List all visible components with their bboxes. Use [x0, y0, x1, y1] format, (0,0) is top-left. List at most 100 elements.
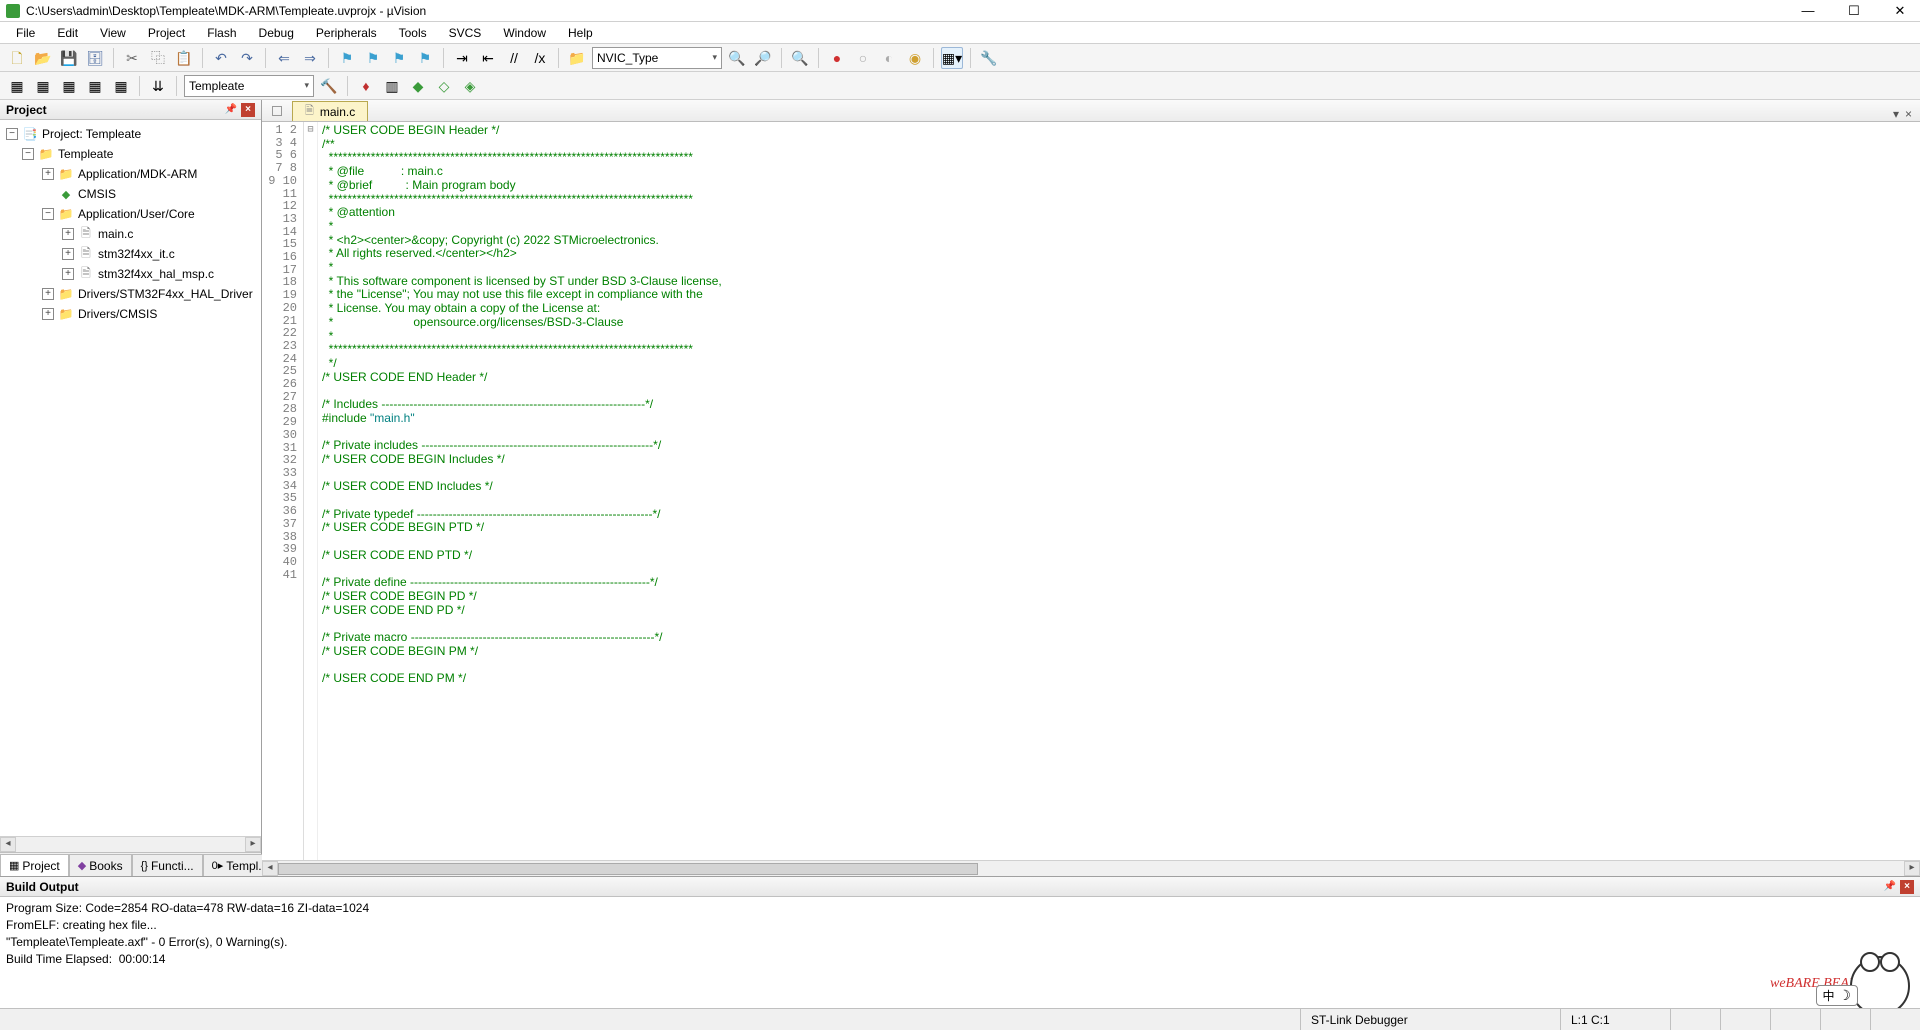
redo-button[interactable]: ↷	[236, 47, 258, 69]
tree-item-group[interactable]: +📁Drivers/STM32F4xx_HAL_Driver	[0, 284, 261, 304]
select-pack-button[interactable]: ◇	[433, 75, 455, 97]
window-layout-button[interactable]: ▦▾	[941, 47, 963, 69]
tree-item-group[interactable]: +📁Application/MDK-ARM	[0, 164, 261, 184]
toolbar-build: ▦ ▦ ▦ ▦ ▦ ⇊ Templeate▾ 🔨 ♦ ▥ ◆ ◇ ◈	[0, 72, 1920, 100]
maximize-button[interactable]: ☐	[1840, 3, 1868, 19]
tree-item-group[interactable]: −📁Application/User/Core	[0, 204, 261, 224]
tree-item-file[interactable]: +🗎stm32f4xx_hal_msp.c	[0, 264, 261, 284]
build-panel-title: Build Output	[6, 880, 79, 894]
manage-project-button[interactable]: ♦	[355, 75, 377, 97]
tree-scrollbar[interactable]: ◂▸	[0, 836, 261, 852]
find-in-files-button[interactable]: 🔍	[726, 47, 748, 69]
tree-item-group[interactable]: +📁Drivers/CMSIS	[0, 304, 261, 324]
nav-back-button[interactable]: ⇐	[273, 47, 295, 69]
breakpoint-enable-button[interactable]: ○	[852, 47, 874, 69]
minimize-button[interactable]: —	[1794, 3, 1822, 19]
manage-rte-button[interactable]: ◆	[407, 75, 429, 97]
menu-debug[interactable]: Debug	[249, 24, 304, 42]
translate-button[interactable]: ▦	[6, 75, 28, 97]
line-number-gutter: 1 2 3 4 5 6 7 8 9 10 11 12 13 14 15 16 1…	[262, 122, 304, 860]
file-icon: 🗎	[305, 102, 314, 121]
rebuild-button[interactable]: ▦	[58, 75, 80, 97]
breakpoint-disable-button[interactable]: ◐	[878, 47, 900, 69]
window-titlebar: C:\Users\admin\Desktop\Templeate\MDK-ARM…	[0, 0, 1920, 22]
menu-file[interactable]: File	[6, 24, 45, 42]
tree-item-file[interactable]: +🗎stm32f4xx_it.c	[0, 244, 261, 264]
undo-button[interactable]: ↶	[210, 47, 232, 69]
target-options-button[interactable]: 🔨	[318, 75, 340, 97]
editor-scrollbar[interactable]: ◂▸	[262, 860, 1920, 876]
manage-multi-button[interactable]: ▥	[381, 75, 403, 97]
project-panel: Project 📌 × −📑Project: Templeate −📁Templ…	[0, 100, 262, 876]
menu-window[interactable]: Window	[493, 24, 556, 42]
build-output-text[interactable]: Program Size: Code=2854 RO-data=478 RW-d…	[0, 897, 1920, 1008]
project-tree[interactable]: −📑Project: Templeate −📁Templeate +📁Appli…	[0, 120, 261, 836]
project-panel-title: Project	[6, 103, 47, 117]
breakpoint-insert-button[interactable]: ●	[826, 47, 848, 69]
bookmark-clear-button[interactable]: ⚑	[414, 47, 436, 69]
fold-margin[interactable]: ⊟	[304, 122, 318, 860]
stop-build-button[interactable]: ▦	[110, 75, 132, 97]
save-all-button[interactable]: 🗄	[84, 47, 106, 69]
close-button[interactable]: ✕	[1886, 3, 1914, 19]
menu-edit[interactable]: Edit	[47, 24, 88, 42]
target-combo-text: Templeate	[189, 79, 244, 93]
indent-button[interactable]: ⇥	[451, 47, 473, 69]
comment-button[interactable]: //	[503, 47, 525, 69]
editor-tab-main[interactable]: 🗎main.c	[292, 101, 368, 121]
build-output-panel: Build Output 📌 × Program Size: Code=2854…	[0, 876, 1920, 1008]
pin-icon[interactable]: 📌	[1884, 881, 1896, 892]
tree-item-target[interactable]: −📁Templeate	[0, 144, 261, 164]
project-panel-tabs: ▦Project ◆Books {}Functi... 0▸Templ...	[0, 852, 261, 876]
paste-button[interactable]: 📋	[173, 47, 195, 69]
configure-button[interactable]: 🔧	[978, 47, 1000, 69]
open-button[interactable]: 📂	[32, 47, 54, 69]
tab-close-icon[interactable]: ×	[1905, 107, 1912, 121]
tab-books[interactable]: ◆Books	[69, 854, 132, 876]
menu-peripherals[interactable]: Peripherals	[306, 24, 387, 42]
target-combo[interactable]: Templeate▾	[184, 75, 314, 97]
status-num	[1720, 1009, 1770, 1030]
breakpoint-kill-button[interactable]: ◉	[904, 47, 926, 69]
pack-installer-button[interactable]: ◈	[459, 75, 481, 97]
menu-project[interactable]: Project	[138, 24, 195, 42]
uncomment-button[interactable]: /x	[529, 47, 551, 69]
tab-functions[interactable]: {}Functi...	[132, 854, 203, 876]
download-button[interactable]: ⇊	[147, 75, 169, 97]
editor-area: 🗎main.c ▾ × 1 2 3 4 5 6 7 8 9 10 11 12 13…	[262, 100, 1920, 876]
batch-build-button[interactable]: ▦	[84, 75, 106, 97]
status-caps	[1670, 1009, 1720, 1030]
tab-project[interactable]: ▦Project	[0, 854, 69, 876]
build-button[interactable]: ▦	[32, 75, 54, 97]
menu-svcs[interactable]: SVCS	[439, 24, 492, 42]
tree-item-cmsis[interactable]: ◆CMSIS	[0, 184, 261, 204]
cut-button[interactable]: ✂	[121, 47, 143, 69]
bookmark-next-button[interactable]: ⚑	[388, 47, 410, 69]
status-ovr	[1820, 1009, 1870, 1030]
bookmark-toggle-button[interactable]: ⚑	[336, 47, 358, 69]
code-editor[interactable]: /* USER CODE BEGIN Header */ /** *******…	[318, 122, 1920, 860]
debug-button[interactable]: 🔍	[789, 47, 811, 69]
tree-root[interactable]: −📑Project: Templeate	[0, 124, 261, 144]
bookmark-prev-button[interactable]: ⚑	[362, 47, 384, 69]
panel-close-button[interactable]: ×	[241, 103, 255, 117]
tree-item-file[interactable]: +🗎main.c	[0, 224, 261, 244]
nav-forward-button[interactable]: ⇒	[299, 47, 321, 69]
menu-tools[interactable]: Tools	[389, 24, 437, 42]
panel-close-button[interactable]: ×	[1900, 880, 1914, 894]
save-button[interactable]: 💾	[58, 47, 80, 69]
pin-icon[interactable]: 📌	[225, 104, 237, 115]
menu-view[interactable]: View	[90, 24, 136, 42]
new-button[interactable]: 🗋	[6, 47, 28, 69]
tab-dropdown-icon[interactable]: ▾	[1893, 107, 1899, 121]
find-icon-button[interactable]: 📁	[566, 47, 588, 69]
find-combo[interactable]: NVIC_Type▾	[592, 47, 722, 69]
copy-button[interactable]: ⿻	[147, 47, 169, 69]
status-cursor-pos: L:1 C:1	[1560, 1009, 1670, 1030]
menu-flash[interactable]: Flash	[197, 24, 246, 42]
project-panel-header: Project 📌 ×	[0, 100, 261, 120]
incremental-find-button[interactable]: 🔎	[752, 47, 774, 69]
ime-badge[interactable]: 中 ☽	[1816, 985, 1858, 1006]
menu-help[interactable]: Help	[558, 24, 603, 42]
outdent-button[interactable]: ⇤	[477, 47, 499, 69]
